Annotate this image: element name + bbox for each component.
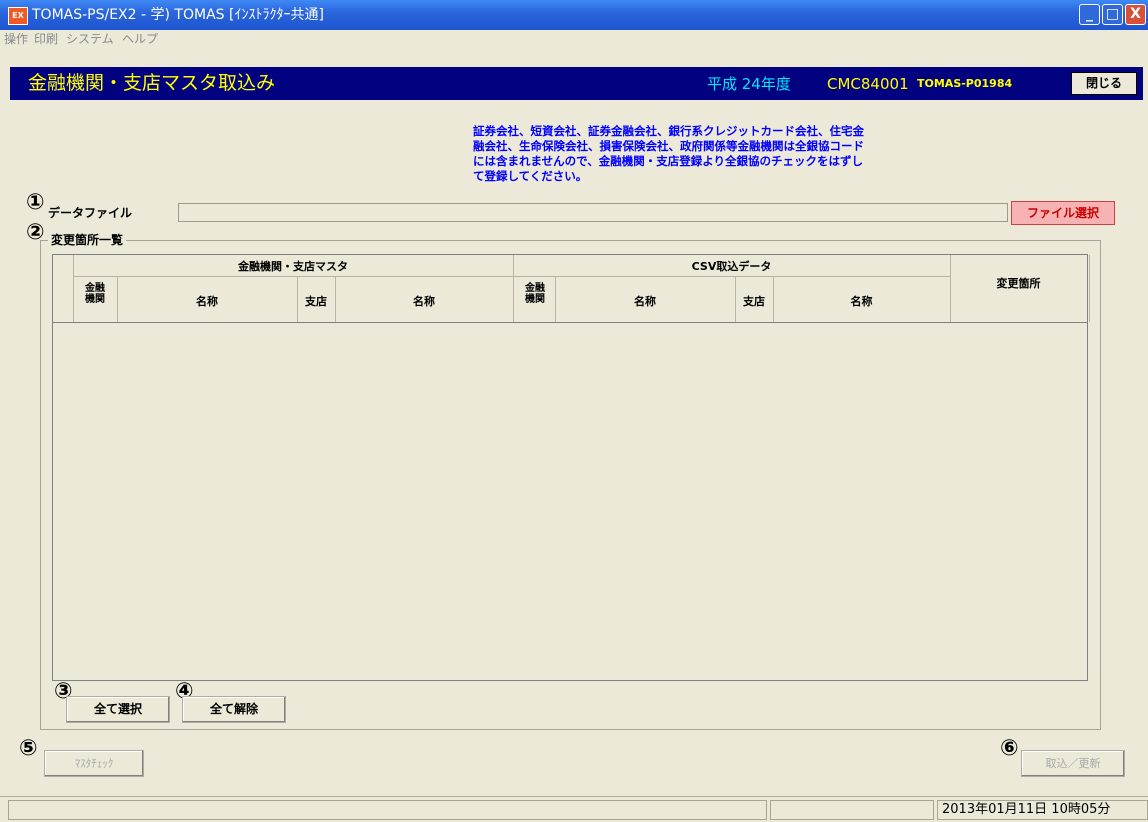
deselect-all-button[interactable]: 全て解除 bbox=[182, 696, 286, 723]
close-screen-button[interactable]: 閉じる bbox=[1071, 72, 1137, 95]
window-close-button[interactable]: X bbox=[1125, 4, 1146, 25]
marker-2: ② bbox=[26, 220, 45, 245]
import-update-button[interactable]: 取込／更新 bbox=[1021, 750, 1125, 777]
file-select-button[interactable]: ファイル選択 bbox=[1011, 201, 1115, 225]
minimize-button[interactable]: _ bbox=[1079, 4, 1100, 25]
menu-bar: 操作 印刷 システム ヘルプ bbox=[0, 30, 1148, 49]
changes-group-label: 変更箇所一覧 bbox=[48, 231, 127, 248]
status-bar: 2013年01月11日 10時05分 bbox=[0, 796, 1148, 822]
menu-operation[interactable]: 操作 bbox=[4, 30, 28, 49]
screen-title: 金融機関・支店マスタ取込み bbox=[28, 72, 276, 94]
grid-col-name: 名称 bbox=[196, 295, 218, 308]
marker-5: ⑤ bbox=[19, 736, 38, 761]
app-icon: EX bbox=[8, 7, 28, 25]
notice-line: 融会社、生命保険会社、損害保険会社、政府関係等金融機関は全銀協コード bbox=[473, 139, 864, 153]
fiscal-year: 平成 24年度 bbox=[707, 75, 791, 93]
notice-line: には含まれませんので、金融機関・支店登録より全銀協のチェックをはずし bbox=[473, 154, 863, 168]
marker-1: ① bbox=[26, 190, 45, 215]
status-panel-middle bbox=[770, 800, 934, 820]
screen-header: 金融機関・支店マスタ取込み 平成 24年度 CMC84001 TOMAS-P01… bbox=[10, 67, 1143, 100]
master-check-button[interactable]: ﾏｽﾀﾁｪｯｸ bbox=[44, 750, 144, 777]
status-panel-main bbox=[8, 800, 767, 820]
screen-code: CMC84001 bbox=[827, 75, 909, 93]
menu-system[interactable]: システム bbox=[66, 30, 114, 49]
maximize-button[interactable]: □ bbox=[1102, 4, 1123, 25]
grid-col-csv-branch-name: 名称 bbox=[850, 295, 873, 308]
window-title: TOMAS-PS/EX2 - 学) TOMAS [ｲﾝｽﾄﾗｸﾀｰ共通] bbox=[32, 7, 324, 23]
grid-group-master: 金融機関・支店マスタ bbox=[238, 260, 348, 273]
changes-grid[interactable]: 金融機関・支店マスタ CSV取込データ 変更箇所 金融機関 名称 支店 名称 金… bbox=[52, 254, 1090, 681]
grid-col-branch: 支店 bbox=[305, 295, 327, 308]
notice-text: 証券会社、短資会社、証券金融会社、銀行系クレジットカード会社、住宅金 融会社、生… bbox=[473, 124, 1003, 184]
notice-line: 証券会社、短資会社、証券金融会社、銀行系クレジットカード会社、住宅金 bbox=[473, 124, 864, 138]
grid-col-csv-bank: 金融機関 bbox=[525, 283, 545, 305]
data-file-field[interactable] bbox=[178, 203, 1008, 222]
select-all-button[interactable]: 全て選択 bbox=[66, 696, 170, 723]
menu-help[interactable]: ヘルプ bbox=[122, 30, 158, 49]
grid-col-csv-name: 名称 bbox=[634, 295, 656, 308]
program-id: TOMAS-P01984 bbox=[917, 77, 1013, 90]
status-datetime: 2013年01月11日 10時05分 bbox=[937, 800, 1148, 820]
notice-line: て登録してください。 bbox=[473, 169, 588, 183]
grid-group-csv: CSV取込データ bbox=[691, 260, 772, 273]
window-title-bar[interactable]: EX TOMAS-PS/EX2 - 学) TOMAS [ｲﾝｽﾄﾗｸﾀｰ共通] … bbox=[0, 0, 1148, 30]
marker-6: ⑥ bbox=[1000, 736, 1019, 761]
grid-col-bank: 金融機関 bbox=[85, 283, 105, 305]
grid-col-csv-branch: 支店 bbox=[743, 295, 765, 308]
grid-col-branch-name: 名称 bbox=[413, 295, 435, 308]
grid-col-changed: 変更箇所 bbox=[996, 277, 1041, 290]
data-file-label: データファイル bbox=[48, 206, 133, 220]
menu-print[interactable]: 印刷 bbox=[34, 30, 58, 49]
